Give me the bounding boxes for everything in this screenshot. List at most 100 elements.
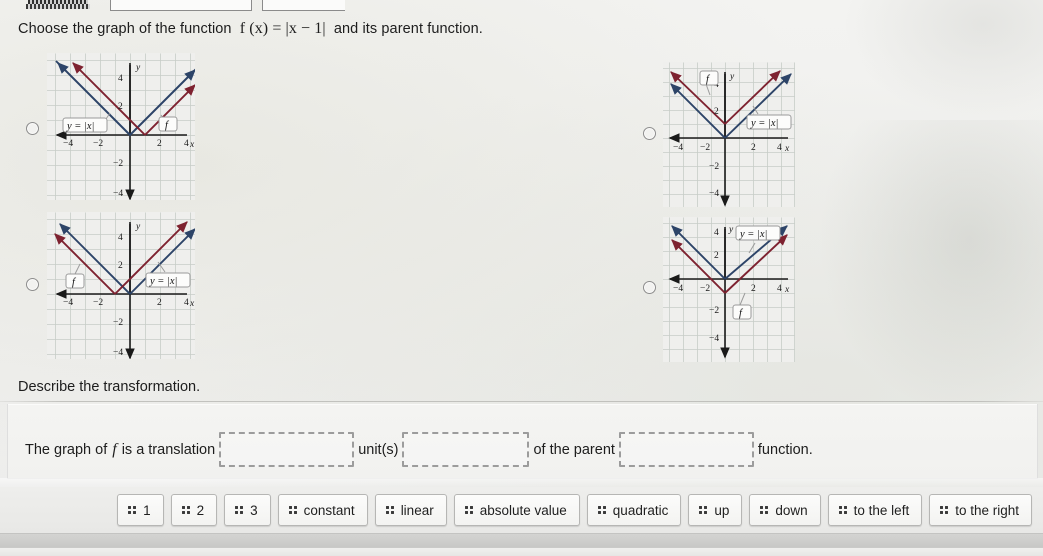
tick-y-neg4: −4: [709, 189, 719, 199]
tick-x-4: 4: [777, 143, 782, 153]
prompt-function: f (x) = |x − 1|: [239, 20, 326, 37]
sentence-part-3: of the parent: [533, 441, 615, 458]
tick-y-4: 4: [118, 74, 123, 84]
answer-tile-label: quadratic: [612, 502, 669, 518]
unit-label: unit(s): [358, 441, 399, 458]
drag-handle-icon[interactable]: [760, 506, 769, 514]
page-title: Choose the graph of the function f (x) =…: [18, 20, 483, 38]
sentence-part-4: function.: [757, 441, 813, 458]
toolbar-field: [110, 0, 252, 11]
callout-f-a: f: [158, 116, 178, 132]
graph-choice-c[interactable]: −4 −2 2 4 4 2 −2 −4 x y f y = |x|: [47, 212, 195, 359]
tick-x-4: 4: [777, 284, 782, 294]
answer-tile[interactable]: linear: [374, 494, 447, 526]
tick-x-neg2: −2: [700, 284, 710, 294]
drag-handle-icon[interactable]: [288, 506, 297, 514]
answer-tile[interactable]: to the right: [929, 494, 1032, 526]
drag-handle-icon[interactable]: [464, 506, 473, 514]
tick-y-4: 4: [714, 228, 719, 238]
answer-tile[interactable]: to the left: [827, 494, 923, 526]
svg-text:y = |x|: y = |x|: [66, 121, 94, 132]
tick-x-2: 2: [157, 139, 162, 149]
axis-label-x: x: [784, 144, 790, 154]
tick-x-2: 2: [751, 284, 756, 294]
paper-smudge: [813, 120, 1043, 420]
tick-x-neg4: −4: [63, 298, 73, 308]
tick-x-neg2: −2: [700, 143, 710, 153]
tick-x-neg4: −4: [673, 284, 683, 294]
answer-tile[interactable]: quadratic: [586, 494, 682, 526]
prompt-text-after: and its parent function.: [333, 21, 483, 37]
drag-handle-icon[interactable]: [385, 506, 394, 514]
answer-tile-label: 3: [250, 502, 258, 518]
drag-handle-icon[interactable]: [940, 506, 949, 514]
tick-x-4: 4: [184, 298, 189, 308]
callout-f-b: f: [699, 70, 719, 86]
tick-y-neg4: −4: [709, 334, 719, 344]
drag-handle-icon[interactable]: [235, 506, 244, 514]
radio-choice-b[interactable]: [643, 127, 656, 140]
transformation-sentence: The graph of f is a translation unit(s) …: [25, 432, 813, 467]
answer-tile[interactable]: 3: [224, 494, 271, 526]
prompt-text-before: Choose the graph of the function: [18, 21, 232, 37]
axis-label-x: x: [189, 299, 195, 309]
drag-handle-icon[interactable]: [597, 506, 606, 514]
answer-tile[interactable]: 1: [117, 494, 164, 526]
tick-y-neg2: −2: [709, 162, 719, 172]
drag-handle-icon[interactable]: [181, 506, 190, 514]
answer-tile[interactable]: constant: [277, 494, 368, 526]
sentence-part-1: The graph of: [25, 441, 108, 458]
worksheet-page: Choose the graph of the function f (x) =…: [0, 0, 1043, 556]
answer-tile[interactable]: absolute value: [453, 494, 580, 526]
graph-choice-b[interactable]: −4 −2 2 4 4 2 −2 −4 x y f: [663, 62, 795, 207]
answer-tile-label: 2: [196, 502, 205, 518]
tick-y-neg2: −2: [113, 159, 123, 169]
axis-label-y: y: [135, 63, 141, 73]
axis-label-y: y: [135, 222, 141, 232]
callout-parent-d: y = |x|: [735, 225, 781, 241]
toolbar-grip-icon: [26, 4, 90, 9]
drag-handle-icon[interactable]: [699, 506, 708, 514]
tick-x-2: 2: [751, 143, 756, 153]
tray-bottom-edge: [0, 548, 1043, 556]
tick-x-neg2: −2: [93, 139, 103, 149]
radio-choice-a[interactable]: [26, 122, 39, 135]
sentence-part-2: is a translation: [121, 441, 216, 458]
answer-tile-label: absolute value: [479, 502, 567, 518]
callout-parent-b: y = |x|: [746, 114, 792, 130]
tick-x-neg4: −4: [673, 143, 683, 153]
drag-handle-icon[interactable]: [838, 506, 847, 514]
answer-tile[interactable]: up: [688, 494, 743, 526]
axis-label-y: y: [728, 225, 734, 235]
graph-choice-d[interactable]: −4 −2 2 4 4 2 −2 −4 x y y = |x| f: [663, 217, 795, 362]
svg-text:y = |x|: y = |x|: [750, 118, 778, 129]
answer-tile-label: 1: [143, 502, 151, 518]
tick-x-neg4: −4: [63, 139, 73, 149]
graph-svg-b: −4 −2 2 4 4 2 −2 −4 x y f: [663, 62, 795, 207]
tick-y-neg2: −2: [113, 318, 123, 328]
tick-y-4: 4: [118, 233, 123, 243]
describe-heading: Describe the transformation.: [18, 379, 201, 395]
radio-choice-c[interactable]: [26, 278, 39, 291]
answer-tile-label: to the left: [853, 502, 910, 518]
tick-y-2: 2: [118, 102, 123, 112]
axis-label-x: x: [189, 140, 195, 150]
paper-smudge: [843, 0, 1043, 120]
drag-handle-icon[interactable]: [128, 506, 137, 514]
answer-tile[interactable]: down: [749, 494, 821, 526]
answer-tile-label: to the right: [955, 502, 1019, 518]
tick-x-neg2: −2: [93, 298, 103, 308]
svg-text:y = |x|: y = |x|: [739, 229, 767, 240]
blank-amount[interactable]: [219, 432, 355, 467]
tick-x-2: 2: [157, 298, 162, 308]
tick-x-4: 4: [184, 139, 189, 149]
answer-tile[interactable]: 2: [170, 494, 218, 526]
graph-svg-c: −4 −2 2 4 4 2 −2 −4 x y f y = |x|: [47, 212, 195, 359]
answer-tile-label: down: [775, 502, 808, 518]
callout-parent-a: y = |x|: [62, 117, 108, 133]
blank-parent-type[interactable]: [618, 432, 754, 467]
callout-parent-c: y = |x|: [145, 272, 191, 288]
blank-direction[interactable]: [402, 432, 530, 467]
radio-choice-d[interactable]: [643, 281, 656, 294]
graph-choice-a[interactable]: −4 −2 2 4 4 2 −2 −4 x y y = |x| f: [47, 53, 195, 200]
